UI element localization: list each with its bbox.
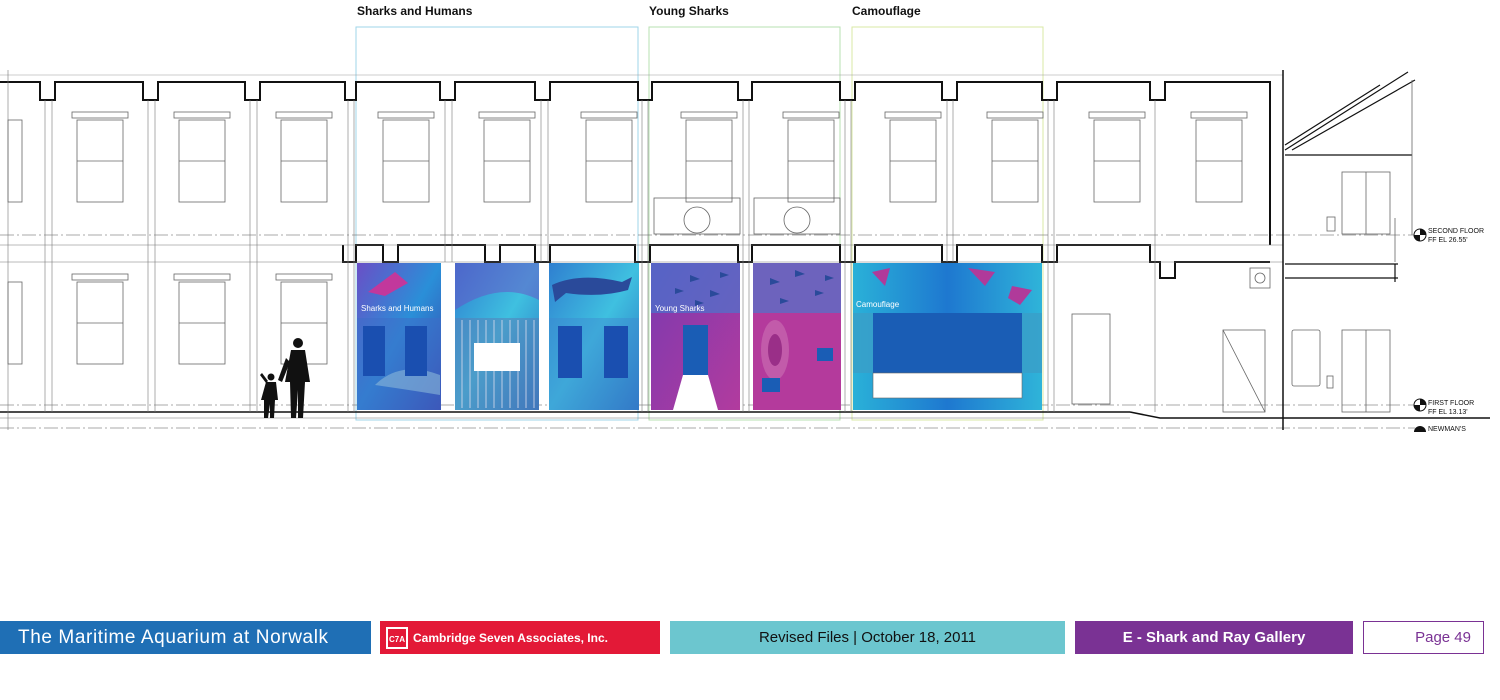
panel-label-sharks-humans: Sharks and Humans (361, 304, 433, 313)
exhibit-young-sharks: Young Sharks (651, 263, 841, 410)
firm-box: C7A Cambridge Seven Associates, Inc. (380, 621, 660, 654)
right-wing-doors (1249, 80, 1413, 413)
second-floor-marker (1413, 228, 1427, 242)
upper-windows (7, 111, 1248, 203)
revision-date: Revised Files | October 18, 2011 (758, 629, 977, 646)
gallery-box: E - Shark and Ray Gallery (1075, 621, 1353, 654)
roof-parapet-line (0, 81, 1271, 245)
first-floor-label: FIRST FLOOR (1428, 400, 1474, 407)
firm-name: Cambridge Seven Associates, Inc. (413, 630, 608, 645)
scale-figures (260, 338, 310, 418)
exhibit-camouflage: Camouflage (853, 263, 1042, 410)
page-number-box: Page 49 (1363, 621, 1484, 654)
second-floor-label: SECOND FLOOR (1428, 228, 1484, 235)
revision-box: Revised Files | October 18, 2011 (670, 621, 1065, 654)
newmans-marker (1414, 426, 1426, 432)
first-floor-marker (1413, 398, 1427, 412)
newmans-label: NEWMAN'S (1428, 426, 1466, 433)
client-name: The Maritime Aquarium at Norwalk (18, 626, 329, 648)
building-elevation-drawing: Sharks and Humans Young Sharks Camouflag… (0, 26, 1490, 433)
client-name-box: The Maritime Aquarium at Norwalk (0, 621, 371, 654)
second-floor-elevation: FF EL 26.55' (1428, 237, 1468, 244)
balcony-railings (653, 197, 841, 235)
gallery-name: E - Shark and Ray Gallery (1122, 629, 1306, 646)
panel-label-camouflage: Camouflage (856, 300, 900, 309)
exhibit-sharks-humans: Sharks and Humans (357, 263, 639, 410)
firm-logo-text: C7A (389, 635, 405, 644)
panel-label-young-sharks: Young Sharks (655, 304, 705, 313)
first-floor-elevation: FF EL 13.13' (1428, 409, 1468, 416)
right-wing (1284, 71, 1416, 282)
page-number: Page 49 (1415, 629, 1471, 646)
building-piers (7, 70, 1284, 430)
firm-logo-icon: C7A (386, 626, 408, 649)
